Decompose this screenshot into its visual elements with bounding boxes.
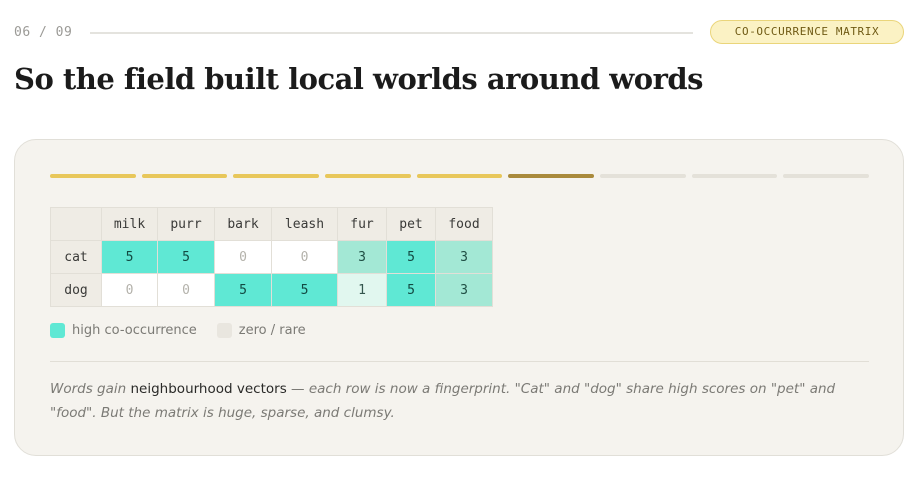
matrix-row: dog 0 0 5 5 1 5 3 [50, 273, 493, 307]
matrix-header-row: milk purr bark leash fur pet food [50, 207, 493, 241]
matrix-cell: 0 [214, 240, 272, 274]
legend-zero-swatch [216, 322, 232, 338]
progress-segment [783, 174, 870, 178]
progress-segment [233, 174, 320, 178]
page-title: So the field built local worlds around w… [14, 62, 704, 96]
caption-divider [50, 361, 869, 362]
section-tag: CO-OCCURRENCE MATRIX [710, 20, 904, 44]
matrix-column-header: pet [386, 207, 436, 241]
matrix-column-header: milk [101, 207, 158, 241]
co-occurrence-matrix: milk purr bark leash fur pet food cat 5 5 0 0 3 5 3 do… [50, 207, 493, 307]
content-card: milk purr bark leash fur pet food cat 5 5 0 0 3 5 3 do… [14, 139, 904, 456]
legend: high co-occurrence zero / rare [50, 321, 306, 339]
matrix-row-label: cat [50, 240, 102, 274]
matrix-cell: 1 [337, 273, 387, 307]
progress-segment [691, 174, 778, 178]
matrix-row: cat 5 5 0 0 3 5 3 [50, 240, 493, 274]
progress-segment [325, 174, 411, 178]
header-divider [90, 32, 693, 34]
progress-segment [508, 174, 595, 178]
matrix-cell: 5 [101, 240, 158, 274]
matrix-column-header: food [435, 207, 493, 241]
legend-high-swatch [50, 322, 65, 338]
progress-segment [416, 174, 503, 178]
caption-intro: Words gain [50, 381, 131, 397]
matrix-corner-cell [50, 207, 102, 241]
matrix-column-header: leash [271, 207, 338, 241]
matrix-cell: 0 [157, 273, 215, 307]
caption: Words gain neighbourhood vectors — each … [50, 377, 880, 425]
matrix-cell: 0 [271, 240, 338, 274]
progress-bar [50, 174, 870, 178]
matrix-cell: 3 [435, 240, 493, 274]
slide-counter: 06 / 09 [14, 25, 73, 40]
progress-segment [50, 174, 136, 178]
matrix-body: cat 5 5 0 0 3 5 3 dog 0 0 5 5 1 5 3 [50, 240, 493, 307]
matrix-column-header: purr [157, 207, 215, 241]
progress-segment [141, 174, 228, 178]
progress-segment [600, 174, 686, 178]
legend-zero-label: zero / rare [238, 322, 306, 338]
matrix-cell: 0 [101, 273, 158, 307]
matrix-cell: 5 [157, 240, 215, 274]
matrix-column-header: fur [337, 207, 387, 241]
caption-highlight: neighbourhood vectors [130, 381, 287, 397]
matrix-cell: 3 [435, 273, 493, 307]
matrix-cell: 5 [214, 273, 272, 307]
matrix-cell: 5 [386, 273, 436, 307]
matrix-cell: 5 [271, 273, 338, 307]
top-bar: 06 / 09 CO-OCCURRENCE MATRIX [14, 20, 904, 46]
matrix-cell: 5 [386, 240, 436, 274]
matrix-cell: 3 [337, 240, 387, 274]
legend-high-label: high co-occurrence [72, 322, 197, 338]
matrix-column-header: bark [214, 207, 272, 241]
matrix-row-label: dog [50, 273, 102, 307]
